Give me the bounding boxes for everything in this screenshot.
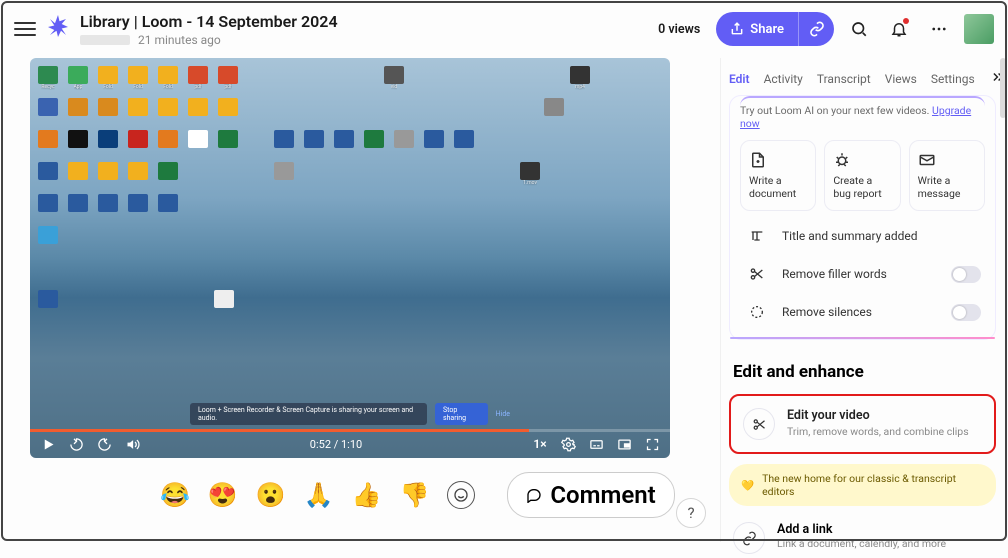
more-icon[interactable] [924,14,954,44]
tab-settings[interactable]: Settings [931,72,975,86]
add-link-card[interactable]: Add a link Link a document, calendly, an… [729,518,996,558]
menu-icon[interactable] [14,18,36,40]
ai-banner: Try out Loom AI on your next few videos.… [740,96,985,140]
scissors-icon [743,408,775,440]
emoji-add-icon[interactable] [447,481,475,509]
video-content: RecycAppFoldFoldFoldpdfpdfvidmp4 1.mov [36,66,664,296]
transcript-icon[interactable] [588,436,604,452]
pip-icon[interactable] [616,436,632,452]
emoji-shocked[interactable]: 😮 [256,481,286,509]
rewind-icon[interactable] [68,436,84,452]
emoji-pray[interactable]: 🙏 [304,481,334,509]
emoji-heart-eyes[interactable]: 😍 [208,481,238,509]
section-title: Edit and enhance [733,362,992,382]
right-tabs: Edit Activity Transcript Views Settings [729,66,996,95]
fullscreen-icon[interactable] [644,436,660,452]
settings-gear-icon[interactable] [560,436,576,452]
page-subtitle: 21 minutes ago [80,33,648,47]
volume-icon[interactable] [124,436,140,452]
avatar[interactable] [964,14,994,44]
bell-icon[interactable] [884,14,914,44]
emoji-thumbs-up[interactable]: 👍 [352,481,382,509]
chip-bug-report[interactable]: Create a bug report [824,140,900,211]
stop-sharing-button[interactable]: Stop sharing [435,403,488,425]
loom-logo-icon[interactable] [46,15,70,43]
title-icon [744,223,770,249]
link-icon [733,522,765,554]
share-button[interactable]: Share [716,12,798,46]
help-button[interactable]: ? [676,498,706,528]
tab-views[interactable]: Views [885,72,917,86]
time-display: 0:52 / 1:10 [310,438,362,451]
comment-button[interactable]: Comment [507,472,674,518]
video-player[interactable]: RecycAppFoldFoldFoldpdfpdfvidmp4 1.mov L… [30,58,670,458]
search-icon[interactable] [844,14,874,44]
hide-banner-button[interactable]: Hide [496,410,510,418]
editor-home-pill[interactable]: 💛 The new home for our classic & transcr… [729,464,996,506]
emoji-joy[interactable]: 😂 [160,481,190,509]
opt-silences: Remove silences [740,287,985,325]
share-button-group: Share [716,12,834,46]
toggle-filler[interactable] [951,266,981,283]
chip-write-document[interactable]: Write a document [740,140,816,211]
toggle-silence[interactable] [951,304,981,321]
emoji-thumbs-down[interactable]: 👎 [399,481,429,509]
forward-icon[interactable] [96,436,112,452]
tab-activity[interactable]: Activity [764,72,803,86]
opt-filler-words: Remove filler words [740,249,985,287]
edit-video-card[interactable]: Edit your video Trim, remove words, and … [729,394,996,454]
video-controls: 0:52 / 1:10 1× [30,430,670,458]
heart-icon: 💛 [741,479,754,492]
top-bar: Library | Loom - 14 September 2024 21 mi… [0,0,1008,58]
tab-transcript[interactable]: Transcript [817,72,871,86]
tab-edit[interactable]: Edit [729,72,750,86]
sharing-banner: Loom + Screen Recorder & Screen Capture … [190,403,510,425]
reactions-bar: 😂 😍 😮 🙏 👍 👎 Comment [30,472,706,518]
opt-title-summary: Title and summary added [740,211,985,249]
scrollbar[interactable] [1000,58,1006,118]
copy-link-button[interactable] [798,12,834,46]
chip-write-message[interactable]: Write a message [909,140,985,211]
silence-icon [744,299,770,325]
speed-button[interactable]: 1× [532,436,548,452]
play-icon[interactable] [40,436,56,452]
ai-card: Try out Loom AI on your next few videos.… [729,95,996,340]
page-title: Library | Loom - 14 September 2024 [80,12,648,31]
view-count: 0 views [658,22,700,37]
scissors-icon [744,261,770,287]
